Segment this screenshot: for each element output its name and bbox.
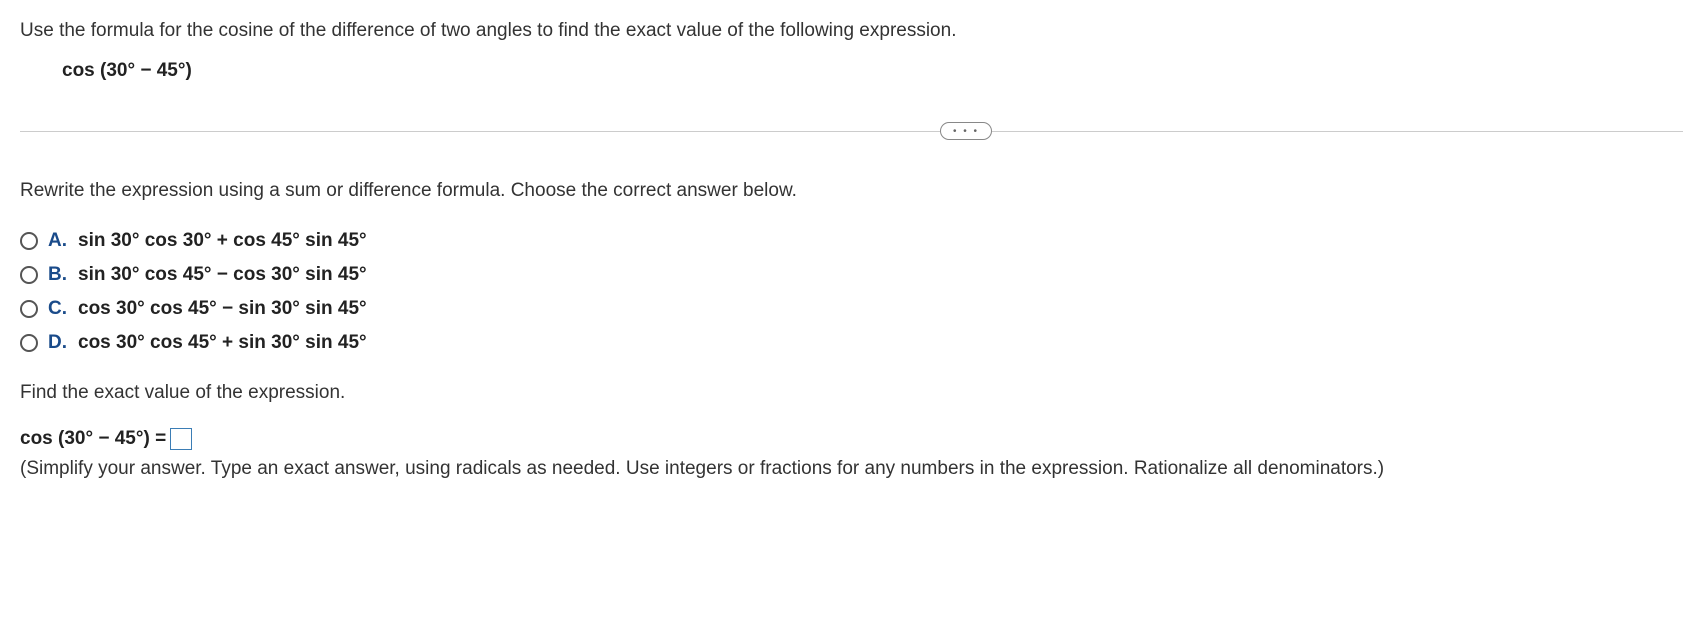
option-text: cos 30° cos 45° + sin 30° sin 45° — [78, 332, 367, 354]
option-a[interactable]: A. sin 30° cos 30° + cos 45° sin 45° — [20, 230, 1683, 252]
option-letter: D. — [48, 332, 70, 354]
ellipsis-button[interactable]: • • • — [940, 122, 992, 140]
option-b[interactable]: B. sin 30° cos 45° − cos 30° sin 45° — [20, 264, 1683, 286]
answer-expr-prefix: cos — [20, 428, 58, 449]
divider: • • • — [20, 122, 1683, 140]
options-group: A. sin 30° cos 30° + cos 45° sin 45° B. … — [20, 230, 1683, 354]
hint-text: (Simplify your answer. Type an exact ans… — [20, 458, 1683, 480]
radio-icon[interactable] — [20, 300, 38, 318]
option-d[interactable]: D. cos 30° cos 45° + sin 30° sin 45° — [20, 332, 1683, 354]
answer-expr-body: (30° − 45°) = — [58, 428, 166, 449]
option-text: cos 30° cos 45° − sin 30° sin 45° — [78, 298, 367, 320]
radio-icon[interactable] — [20, 334, 38, 352]
option-letter: C. — [48, 298, 70, 320]
option-text: sin 30° cos 45° − cos 30° sin 45° — [78, 264, 367, 286]
answer-expression: cos (30° − 45°) = — [20, 428, 166, 450]
main-expression: cos (30° − 45°) — [62, 60, 1683, 82]
question-prompt: Use the formula for the cosine of the di… — [20, 20, 1683, 42]
answer-input[interactable] — [170, 428, 192, 450]
main-expr-body: (30° − 45°) — [100, 60, 192, 81]
divider-line-right — [992, 131, 1683, 132]
divider-line-left — [20, 131, 940, 132]
answer-row: cos (30° − 45°) = — [20, 428, 1683, 450]
find-prompt: Find the exact value of the expression. — [20, 382, 1683, 404]
radio-icon[interactable] — [20, 232, 38, 250]
option-letter: B. — [48, 264, 70, 286]
radio-icon[interactable] — [20, 266, 38, 284]
main-expr-prefix: cos — [62, 60, 100, 81]
sub-prompt: Rewrite the expression using a sum or di… — [20, 180, 1683, 202]
option-text: sin 30° cos 30° + cos 45° sin 45° — [78, 230, 367, 252]
option-c[interactable]: C. cos 30° cos 45° − sin 30° sin 45° — [20, 298, 1683, 320]
option-letter: A. — [48, 230, 70, 252]
